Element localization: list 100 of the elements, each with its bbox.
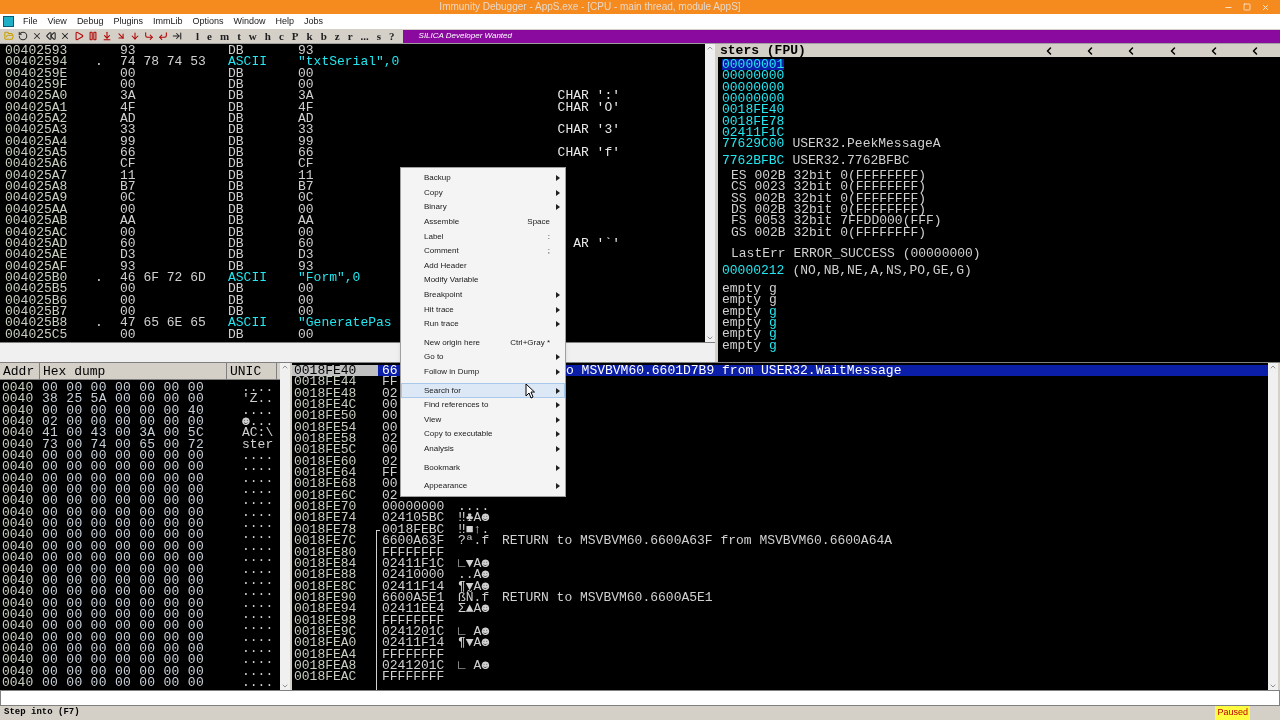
banner[interactable]: SILICA Developer Wanted [402, 29, 1280, 43]
toolbar-button[interactable]: l [196, 29, 200, 43]
toolbar-button[interactable]: w [248, 29, 257, 43]
menu-item[interactable]: Find references to [401, 397, 565, 413]
address-text[interactable]: 0018FE60 [292, 455, 378, 468]
menu-item[interactable]: View [401, 412, 565, 428]
toolbar-button[interactable]: t [237, 29, 241, 43]
scroll-bar[interactable] [280, 363, 290, 690]
menu-item[interactable]: View [47, 14, 67, 29]
play-icon[interactable] [74, 31, 84, 41]
menu-item[interactable]: Comment ; [401, 243, 565, 259]
menu-item[interactable]: Copy to executable [401, 427, 565, 442]
scroll-bar[interactable] [1268, 363, 1278, 690]
register-value[interactable]: 77629C00 [722, 138, 785, 150]
address-text[interactable]: 0018FE90 [292, 591, 378, 604]
menu-item[interactable]: New origin here Ctrl+Gray * [401, 335, 565, 351]
step-over-icon[interactable] [116, 31, 126, 41]
banner-text[interactable]: SILICA Developer Wanted [418, 30, 512, 42]
scroll-down-icon[interactable] [706, 334, 714, 342]
command-field[interactable] [0, 690, 1280, 706]
register-value[interactable]: 00000000 [722, 70, 785, 82]
menu-item[interactable]: Hit trace [401, 302, 565, 317]
address-text[interactable]: 0018FEA0 [292, 637, 378, 649]
menu-item[interactable]: File [23, 14, 38, 29]
menu-item[interactable]: Binary [401, 200, 565, 215]
menu-item[interactable]: Jobs [304, 14, 324, 29]
menu-item[interactable]: Copy [401, 185, 565, 201]
address-text[interactable]: 0018FEAC [292, 671, 378, 683]
pause-icon[interactable] [88, 31, 98, 41]
stop-icon[interactable] [60, 31, 70, 41]
address-text[interactable]: 0018FE7C [292, 535, 378, 547]
scroll-down-icon[interactable] [281, 682, 289, 690]
address-text[interactable]: 0018FE74 [292, 512, 378, 524]
column-header[interactable]: UNIC [227, 363, 277, 379]
menu-item[interactable]: Analysis [401, 441, 565, 457]
menu-item[interactable]: Window [233, 14, 266, 29]
menu-item[interactable]: Label : [401, 229, 565, 244]
menu-item[interactable]: Plugins [113, 14, 143, 29]
scroll-bar[interactable] [705, 44, 715, 342]
trace-into-icon[interactable] [130, 31, 140, 41]
address-text[interactable]: 0018FE54 [292, 421, 378, 434]
address-text[interactable]: 0018FE40 [292, 365, 378, 377]
toolbar-button[interactable]: m [219, 29, 230, 43]
menu-item[interactable]: Go to [401, 350, 565, 365]
toolbar-button[interactable]: h [264, 29, 271, 43]
menu-item[interactable]: Add Header [401, 258, 565, 274]
address-text[interactable]: 0018FE44 [292, 376, 378, 388]
address-text[interactable]: 0018FE88 [292, 569, 378, 581]
column-header[interactable]: Addr [0, 363, 40, 379]
register-value[interactable]: 02411F1C [722, 127, 785, 139]
address-text[interactable]: 0018FE84 [292, 557, 378, 570]
address-text[interactable]: 0018FE5C [292, 444, 378, 456]
menu-item[interactable]: Help [275, 14, 294, 29]
menu-item[interactable]: Backup [401, 171, 565, 186]
address-text[interactable]: 0018FE98 [292, 614, 378, 626]
toolbar-button[interactable]: k [306, 29, 313, 43]
menu-item[interactable]: Follow in Dump [401, 364, 565, 380]
scroll-up-icon[interactable] [1269, 363, 1277, 371]
menu-item[interactable]: Appearance [401, 478, 565, 494]
register-value[interactable]: 0018FE78 [722, 115, 785, 128]
address-text[interactable]: 0018FE8C [292, 580, 378, 592]
restart-icon[interactable] [18, 31, 28, 41]
menu-item[interactable]: Run trace [401, 316, 565, 332]
step-into-icon[interactable] [102, 31, 112, 41]
address-text[interactable]: 0018FE64 [292, 467, 378, 479]
toolbar-button[interactable]: e [207, 29, 212, 43]
address-text[interactable]: 0018FEA4 [292, 648, 378, 660]
trace-over-icon[interactable] [144, 31, 154, 41]
address-text[interactable]: 0018FE78 [292, 523, 378, 536]
toolbar-button[interactable]: ... [360, 29, 369, 43]
toolbar-button[interactable]: s [376, 29, 382, 43]
address-text[interactable]: 0018FEA8 [292, 659, 378, 672]
address-text[interactable]: 0018FE6C [292, 489, 378, 502]
scroll-up-icon[interactable] [706, 44, 714, 52]
address-text[interactable]: 0018FE94 [292, 603, 378, 615]
address-text[interactable]: 0018FE48 [292, 387, 378, 400]
menu-item[interactable]: Options [192, 14, 224, 29]
address-text[interactable]: 0018FE50 [292, 410, 378, 422]
return-icon[interactable] [158, 31, 168, 41]
toolbar-button[interactable]: r [347, 29, 353, 43]
go-to-icon[interactable] [172, 31, 182, 41]
toolbar-button[interactable]: c [278, 29, 284, 43]
address-text[interactable]: 0018FE9C [292, 625, 378, 638]
close-icon[interactable] [32, 31, 42, 41]
menu-item[interactable]: Modify Variable [401, 273, 565, 288]
register-value[interactable]: 00000001 [722, 59, 785, 71]
scroll-up-icon[interactable] [281, 363, 289, 371]
toolbar-button[interactable]: z [334, 29, 340, 43]
register-value[interactable]: 00000000 [722, 93, 785, 105]
rewind-icon[interactable] [46, 31, 56, 41]
menu-item[interactable]: Search for [401, 383, 565, 398]
toolbar-button[interactable]: b [320, 29, 327, 43]
toolbar-button[interactable]: ? [389, 29, 395, 43]
address-text[interactable]: 0018FE70 [292, 501, 378, 513]
register-value[interactable]: 0018FE40 [722, 104, 785, 116]
column-header[interactable]: Hex dump [40, 363, 227, 379]
menu-item[interactable]: Bookmark [401, 460, 565, 475]
register-value[interactable]: 00000000 [722, 81, 785, 94]
menu-item[interactable]: Assemble Space [401, 214, 565, 230]
scroll-down-icon[interactable] [1269, 682, 1277, 690]
